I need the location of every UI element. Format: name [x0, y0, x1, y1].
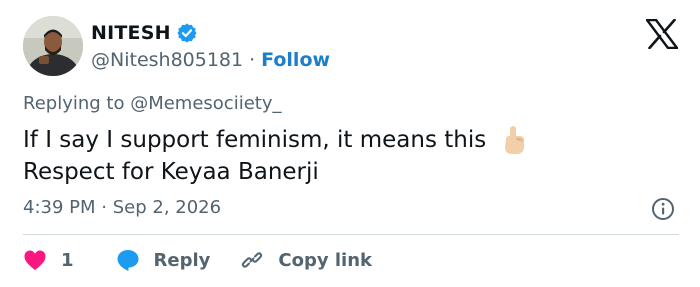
author-handle-row: @Nitesh805181 · Follow — [91, 47, 330, 73]
heart-icon — [24, 250, 46, 270]
reply-label: Reply — [153, 249, 211, 271]
tweet-line-1: If I say I support feminism, it means th… — [23, 124, 526, 156]
copy-link-button[interactable]: Copy link — [240, 248, 372, 272]
tweet-time: 4:39 PM — [23, 197, 96, 218]
author-name-row: NITESH — [91, 19, 198, 47]
like-button[interactable]: 1 — [23, 249, 74, 271]
avatar-photo-icon — [23, 16, 83, 76]
tweet-text: If I say I support feminism, it means th… — [23, 124, 526, 188]
replying-to-mention[interactable]: @Memesociiety_ — [130, 93, 281, 114]
link-icon — [242, 252, 263, 268]
x-logo-icon[interactable] — [645, 18, 679, 50]
tweet-line-1-text: If I say I support feminism, it means th… — [23, 127, 487, 153]
follow-button[interactable]: Follow — [261, 49, 330, 71]
copy-link-label: Copy link — [278, 249, 372, 271]
action-bar: 1 Reply Copy link — [23, 246, 372, 274]
replying-to-prefix: Replying to — [23, 93, 131, 114]
timestamp-separator: · — [101, 197, 107, 218]
reply-button[interactable]: Reply — [116, 248, 211, 272]
tweet-date: Sep 2, 2026 — [112, 197, 222, 218]
like-count: 1 — [61, 249, 74, 271]
tweet-line-2: Respect for Keyaa Banerji — [23, 156, 526, 188]
handle-separator: · — [249, 49, 256, 71]
chat-bubble-icon — [117, 250, 139, 271]
info-icon[interactable] — [651, 197, 675, 221]
author-name[interactable]: NITESH — [91, 22, 171, 44]
tweet-timestamp[interactable]: 4:39 PM · Sep 2, 2026 — [23, 197, 221, 218]
author-handle[interactable]: @Nitesh805181 — [91, 49, 243, 71]
replying-to: Replying to @Memesociiety_ — [23, 93, 282, 114]
pointing-up-hand-emoji — [500, 125, 526, 155]
tweet-line-2-text: Respect for Keyaa Banerji — [23, 159, 319, 185]
divider — [23, 234, 679, 235]
avatar[interactable] — [23, 16, 83, 76]
verified-badge-icon — [176, 22, 198, 44]
